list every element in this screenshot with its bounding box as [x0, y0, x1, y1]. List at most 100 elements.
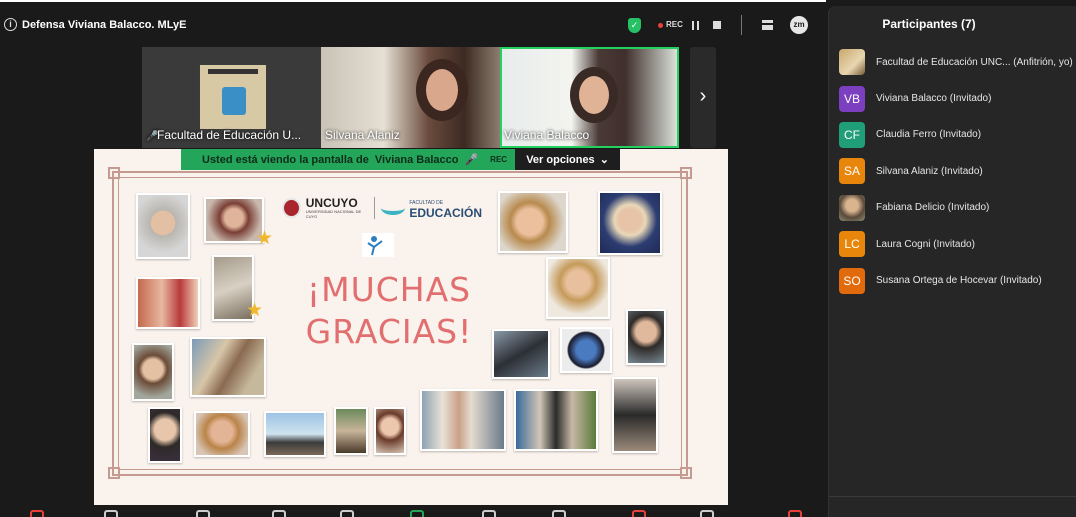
collage-photo — [334, 407, 368, 455]
participant-name: Fabiana Delicio (Invitado) — [876, 202, 990, 214]
share-prefix: Usted está viendo la pantalla de — [202, 153, 369, 166]
frame-corner — [680, 467, 692, 479]
record-icon[interactable] — [632, 510, 646, 517]
collage-photo — [136, 193, 190, 259]
collage-photo — [136, 277, 200, 329]
poster-image — [198, 63, 268, 131]
participants-title: Participantes (7) — [882, 17, 976, 31]
participant-row[interactable]: LC Laura Cogni (Invitado) — [839, 226, 1076, 262]
collage-photo — [190, 337, 266, 397]
next-videos-chevron-icon[interactable]: › — [690, 47, 716, 148]
ai-companion-icon[interactable] — [552, 510, 566, 517]
uncuyo-subtitle: UNIVERSIDAD NACIONAL DE CUYO — [305, 208, 362, 219]
participant-avatar: SA — [839, 158, 865, 185]
thanks-line1: ¡MUCHAS — [306, 270, 472, 309]
participant-row[interactable]: VB Viviana Balacco (Invitado) — [839, 80, 1076, 116]
collage-photo — [612, 377, 658, 453]
participant-row[interactable]: CF Claudia Ferro (Invitado) — [839, 117, 1076, 153]
share-screen-icon[interactable] — [410, 510, 424, 517]
panel-footer-divider — [829, 496, 1076, 497]
participant-video-face — [570, 67, 618, 123]
logo-separator — [374, 197, 376, 219]
participant-avatar: LC — [839, 231, 865, 258]
video-icon[interactable] — [104, 510, 118, 517]
view-options-label: Ver opciones — [526, 153, 595, 166]
meeting-title: Defensa Viviana Balacco. MLyE — [22, 19, 187, 31]
chat-icon[interactable] — [272, 510, 286, 517]
facultad-wordmark: FACULTAD DE EDUCACIÓN — [409, 198, 482, 220]
zoom-app-badge[interactable]: zm — [790, 16, 808, 34]
muted-mic-icon: 🎤 — [146, 131, 159, 142]
facultad-wave-icon — [381, 201, 406, 215]
collage-photo — [132, 343, 174, 401]
collage-photo — [514, 389, 598, 451]
screen-share-banner: Usted está viendo la pantalla de Viviana… — [181, 149, 621, 170]
video-tile-silvana[interactable]: Silvana Alaniz — [321, 47, 500, 148]
reactions-icon[interactable] — [340, 510, 354, 517]
video-tile-viviana[interactable]: Viviana Balacco — [500, 47, 679, 148]
collage-photo — [560, 327, 612, 373]
bottom-toolbar — [0, 506, 826, 517]
video-strip: 🎤Facultad de Educación U... Silvana Alan… — [142, 47, 679, 148]
participant-row[interactable]: Fabiana Delicio (Invitado) — [839, 190, 1076, 226]
share-info: Usted está viendo la pantalla de Viviana… — [181, 149, 516, 170]
zoom-meeting-window: i Defensa Viviana Balacco. MLyE ✓ REC zm… — [0, 0, 1076, 517]
video-tile-name: 🎤Facultad de Educación U... — [146, 128, 301, 142]
view-options-button[interactable]: Ver opciones ⌄ — [515, 149, 621, 170]
collage-photo — [598, 191, 662, 255]
frame-corner — [108, 167, 120, 179]
participant-name: Susana Ortega de Hocevar (Invitado) — [876, 275, 1042, 287]
view-layout-icon[interactable] — [762, 20, 773, 30]
apps-icon[interactable] — [482, 510, 496, 517]
thanks-message: ¡MUCHAS GRACIAS! — [294, 269, 484, 353]
collage-photo — [546, 257, 610, 319]
meeting-top-bar: i Defensa Viviana Balacco. MLyE ✓ REC zm — [0, 0, 826, 44]
participant-avatar — [839, 49, 865, 76]
participant-row[interactable]: Facultad de Educación UNC... (Anfitrión,… — [839, 44, 1076, 80]
collage-photo — [492, 329, 550, 379]
video-tile-name: Silvana Alaniz — [325, 128, 400, 142]
recording-label: REC — [666, 20, 683, 29]
info-icon[interactable]: i — [4, 18, 17, 31]
participant-row[interactable]: SA Silvana Alaniz (Invitado) — [839, 153, 1076, 189]
participant-avatar: SO — [839, 267, 865, 294]
pause-recording-icon[interactable] — [692, 21, 699, 30]
frame-corner — [680, 167, 692, 179]
mic-icon[interactable] — [30, 510, 44, 517]
facultad-line2: EDUCACIÓN — [409, 206, 482, 220]
uncuyo-logo: UNCUYO UNIVERSIDAD NACIONAL DE CUYO FACU… — [282, 193, 482, 223]
participant-name: Facultad de Educación UNC... (Anfitrión,… — [876, 56, 1073, 68]
participant-avatar: VB — [839, 85, 865, 112]
collage-photo — [498, 191, 568, 253]
participant-row[interactable]: SO Susana Ortega de Hocevar (Invitado) — [839, 262, 1076, 298]
star-icon: ★ — [256, 228, 274, 249]
video-tile-name-text: Facultad de Educación U... — [157, 128, 302, 142]
encryption-shield-icon[interactable]: ✓ — [628, 18, 641, 33]
recording-dot-icon — [658, 23, 663, 28]
video-tile-name: Viviana Balacco — [504, 128, 590, 142]
chevron-down-icon: ⌄ — [599, 154, 609, 166]
participant-name: Laura Cogni (Invitado) — [876, 238, 975, 250]
participant-video-face — [416, 59, 468, 121]
poster-book-graphic — [222, 87, 246, 115]
uncuyo-name: UNCUYO — [305, 195, 358, 210]
collage-photo — [420, 389, 506, 451]
frame-corner — [108, 467, 120, 479]
video-tile-facultad[interactable]: 🎤Facultad de Educación U... — [142, 47, 321, 148]
star-icon: ★ — [246, 300, 264, 321]
participants-list: Facultad de Educación UNC... (Anfitrión,… — [839, 44, 1076, 299]
collage-photo — [148, 407, 182, 463]
uncuyo-wordmark: UNCUYO UNIVERSIDAD NACIONAL DE CUYO — [305, 195, 369, 219]
poster-heading — [208, 69, 258, 74]
collage-photo — [204, 197, 264, 243]
more-icon[interactable] — [700, 510, 714, 517]
collage-photo — [264, 411, 326, 457]
stop-recording-icon[interactable] — [713, 21, 721, 29]
participants-icon[interactable] — [196, 510, 210, 517]
participant-name: Claudia Ferro (Invitado) — [876, 129, 982, 141]
share-presenter: Viviana Balacco — [374, 153, 459, 166]
presenter-mic-icon: 🎤 — [464, 154, 479, 166]
leave-icon[interactable] — [788, 510, 802, 517]
toolbar-divider — [741, 15, 742, 35]
collage-photo — [626, 309, 666, 365]
